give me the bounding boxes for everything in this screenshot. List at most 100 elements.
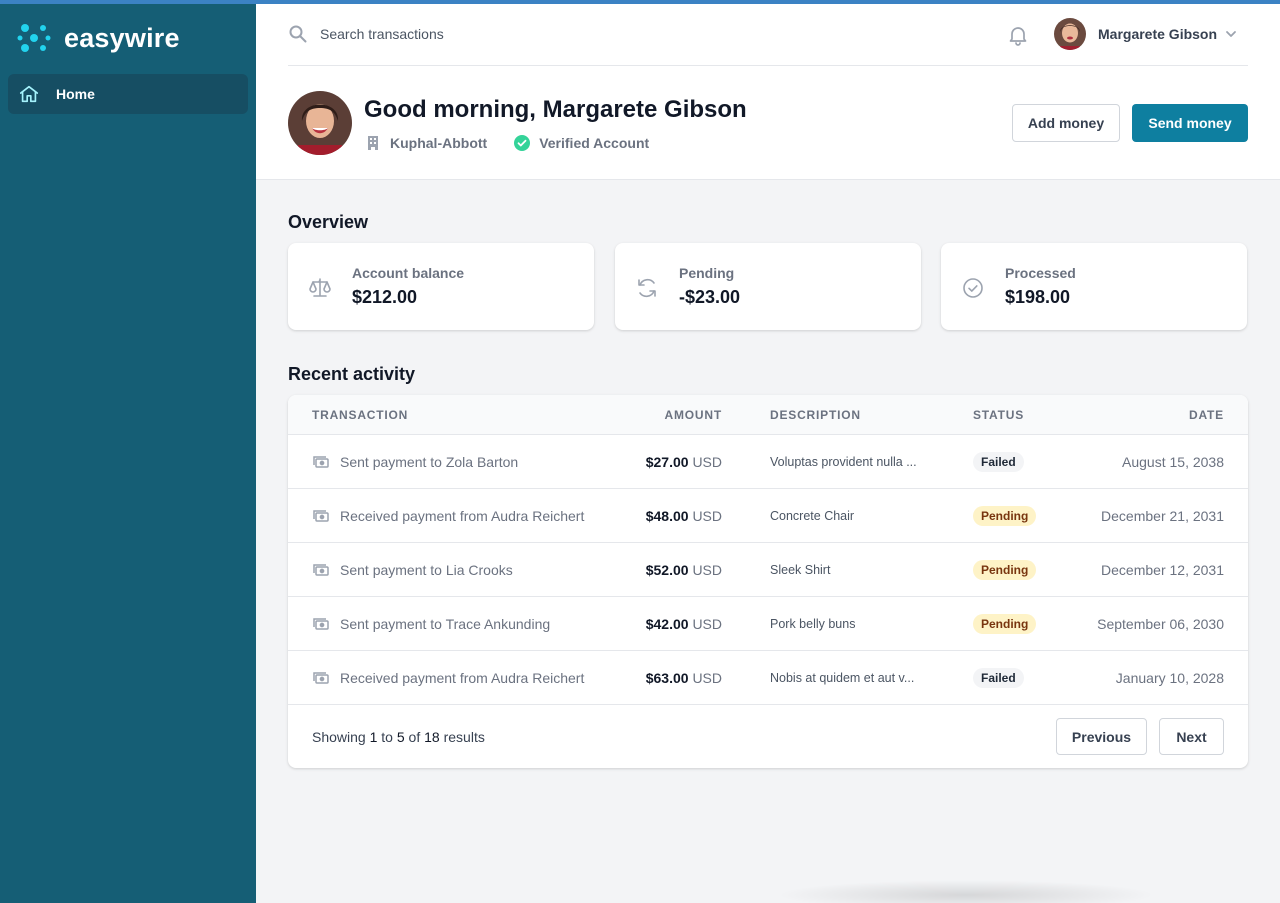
home-icon (19, 85, 39, 103)
status-badge: Pending (973, 506, 1037, 526)
card-label: Account balance (352, 265, 465, 281)
transaction-name: Sent payment to Lia Crooks (340, 562, 513, 578)
pagination-suffix: results (443, 729, 485, 745)
avatar (1054, 18, 1086, 50)
cash-icon (313, 510, 329, 522)
avatar-large (288, 91, 352, 155)
transactions-table: TRANSACTION AMOUNT DESCRIPTION STATUS DA… (288, 395, 1248, 768)
cash-icon (313, 564, 329, 576)
scale-icon (309, 278, 331, 297)
status-badge: Pending (973, 614, 1037, 634)
status-badge: Failed (973, 452, 1024, 472)
search-bar: Margarete Gibson (288, 4, 1248, 66)
amount-value: $48.00 (645, 508, 689, 524)
transaction-link[interactable]: Sent payment to Trace Ankunding (312, 615, 550, 633)
amount-value: $63.00 (645, 670, 689, 686)
description-cell: Concrete Chair (770, 509, 855, 523)
send-money-button[interactable]: Send money (1132, 104, 1248, 142)
card-label: Processed (1005, 265, 1076, 281)
amount-cell: $42.00 USD (646, 616, 722, 632)
amount-currency: USD (692, 454, 722, 470)
card-value: $198.00 (1005, 287, 1071, 307)
check-circle-solid-icon (514, 135, 531, 151)
main-content: Margarete Gibson Good morning, Margarete… (256, 0, 1280, 903)
column-header-description: DESCRIPTION (770, 408, 861, 422)
card-value: -$23.00 (679, 287, 741, 307)
pagination-to-word: to (381, 729, 393, 745)
transaction-link[interactable]: Received payment from Audra Reichert (312, 507, 584, 525)
column-header-date: DATE (1189, 408, 1224, 422)
pagination-of-word: of (408, 729, 421, 745)
cash-icon (313, 672, 329, 684)
floating-shadow (776, 880, 1156, 903)
add-money-button[interactable]: Add money (1012, 104, 1120, 142)
profile-section (288, 91, 352, 155)
column-header-transaction: TRANSACTION (312, 408, 409, 422)
sidebar: easywire Home (0, 0, 256, 903)
pagination-prefix: Showing (312, 729, 366, 745)
check-circle-icon (963, 278, 983, 298)
date-cell: January 10, 2028 (1115, 670, 1224, 686)
processed-card[interactable]: Processed $198.00 (941, 243, 1247, 330)
pagination-total: 18 (424, 729, 440, 745)
next-page-button[interactable]: Next (1159, 718, 1224, 755)
table-row[interactable]: Sent payment to Zola Barton $27.00 USD V… (288, 435, 1248, 489)
account-balance-card[interactable]: Account balance $212.00 (288, 243, 594, 330)
transaction-link[interactable]: Sent payment to Lia Crooks (312, 561, 513, 579)
sidebar-item-label: Home (56, 86, 95, 102)
table-row[interactable]: Received payment from Audra Reichert $63… (288, 651, 1248, 705)
window-top-bar (0, 0, 1280, 4)
transaction-link[interactable]: Received payment from Audra Reichert (312, 669, 584, 687)
pagination: Showing 1 to 5 of 18 results Previous Ne… (288, 706, 1248, 768)
table-header: TRANSACTION AMOUNT DESCRIPTION STATUS DA… (288, 395, 1248, 435)
amount-cell: $27.00 USD (646, 454, 722, 470)
date-cell: September 06, 2030 (1097, 616, 1224, 632)
verified-label: Verified Account (539, 135, 650, 151)
status-badge: Pending (973, 560, 1037, 580)
amount-value: $42.00 (645, 616, 689, 632)
amount-currency: USD (692, 508, 722, 524)
search-input[interactable] (320, 22, 820, 46)
column-header-status: STATUS (973, 408, 1025, 422)
amount-currency: USD (692, 670, 722, 686)
refresh-icon (638, 278, 656, 298)
date-cell: December 21, 2031 (1101, 508, 1224, 524)
page-title: Good morning, Margarete Gibson (364, 96, 747, 123)
status-badge: Failed (973, 668, 1024, 688)
date-cell: December 12, 2031 (1101, 562, 1224, 578)
pagination-from: 1 (369, 729, 378, 745)
sidebar-item-home[interactable]: Home (8, 74, 248, 114)
verified-badge: Verified Account (513, 134, 649, 152)
transaction-link[interactable]: Sent payment to Zola Barton (312, 453, 518, 471)
user-menu[interactable]: Margarete Gibson (1054, 18, 1239, 50)
amount-value: $52.00 (645, 562, 689, 578)
pagination-to: 5 (396, 729, 405, 745)
company-info: Kuphal-Abbott (364, 134, 487, 152)
app-logo[interactable]: easywire (16, 20, 180, 56)
profile-meta: Kuphal-Abbott Verified Account (364, 134, 675, 152)
amount-value: $27.00 (645, 454, 689, 470)
description-cell: Nobis at quidem et aut v... (770, 671, 915, 685)
amount-cell: $48.00 USD (646, 508, 722, 524)
chevron-down-icon (1226, 31, 1236, 37)
table-row[interactable]: Sent payment to Trace Ankunding $42.00 U… (288, 597, 1248, 651)
cash-icon (313, 456, 329, 468)
table-row[interactable]: Received payment from Audra Reichert $48… (288, 489, 1248, 543)
amount-cell: $52.00 USD (646, 562, 722, 578)
notifications-bell-icon[interactable] (1006, 23, 1030, 47)
card-value: $212.00 (352, 287, 418, 307)
search-icon (289, 25, 307, 43)
date-cell: August 15, 2038 (1122, 454, 1224, 470)
previous-page-button[interactable]: Previous (1056, 718, 1147, 755)
description-cell: Sleek Shirt (770, 563, 831, 577)
description-cell: Voluptas provident nulla ... (770, 455, 917, 469)
card-label: Pending (679, 265, 735, 281)
table-row[interactable]: Sent payment to Lia Crooks $52.00 USD Sl… (288, 543, 1248, 597)
app-name: easywire (64, 22, 180, 53)
pending-card[interactable]: Pending -$23.00 (615, 243, 921, 330)
company-name: Kuphal-Abbott (390, 135, 488, 151)
description-cell: Pork belly buns (770, 617, 856, 631)
transaction-name: Sent payment to Trace Ankunding (340, 616, 551, 632)
column-header-amount: AMOUNT (664, 408, 722, 422)
office-building-icon (368, 136, 378, 150)
